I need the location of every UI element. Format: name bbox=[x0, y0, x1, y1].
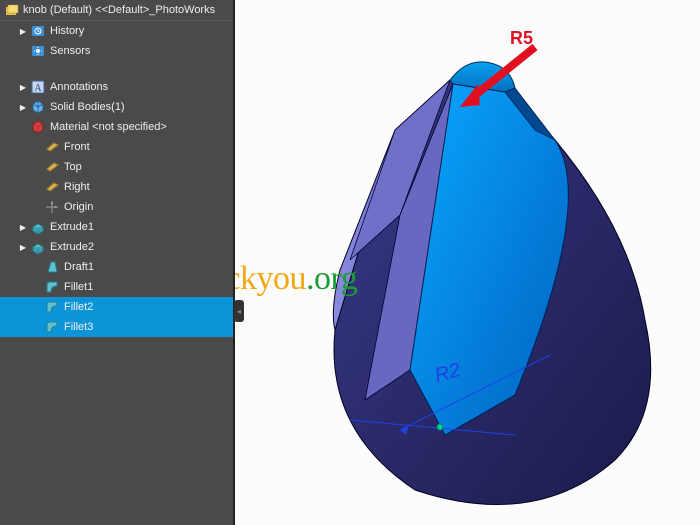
tree-item-extrude1[interactable]: ▶ Extrude1 bbox=[0, 217, 233, 237]
tree-item-label: Sensors bbox=[50, 45, 90, 57]
tree-item-fillet1[interactable]: ▶Fillet1 bbox=[0, 277, 233, 297]
expand-toggle-icon[interactable]: ▶ bbox=[18, 27, 28, 36]
expand-toggle-icon[interactable]: ▶ bbox=[18, 103, 28, 112]
feature-tree: ▶History▶Sensors▶AAnnotations▶Solid Bodi… bbox=[0, 21, 233, 337]
history-icon bbox=[30, 23, 46, 39]
tree-item-label: Solid Bodies(1) bbox=[50, 101, 125, 113]
plane-icon bbox=[44, 139, 60, 155]
dimension-label-r5: R5 bbox=[510, 28, 533, 49]
sensor-icon bbox=[30, 43, 46, 59]
tree-item-blank bbox=[0, 61, 233, 77]
tree-item-right[interactable]: ▶Right bbox=[0, 177, 233, 197]
watermark: luckyou.org bbox=[235, 260, 357, 298]
feature-tree-sidebar: knob (Default) <<Default>_PhotoWorks ▶ Hi… bbox=[0, 0, 235, 525]
tree-item-front[interactable]: ▶Front bbox=[0, 137, 233, 157]
tree-item-extrude2[interactable]: ▶ Extrude2 bbox=[0, 237, 233, 257]
tree-item-sensors[interactable]: ▶Sensors bbox=[0, 41, 233, 61]
tree-item-label: Front bbox=[64, 141, 90, 153]
annot-icon: A bbox=[30, 79, 46, 95]
tree-item-fillet3[interactable]: ▶Fillet3 bbox=[0, 317, 233, 337]
tree-item-label: Top bbox=[64, 161, 82, 173]
tree-item-label: Fillet1 bbox=[64, 281, 93, 293]
origin-icon bbox=[44, 199, 60, 215]
tree-item-label: Origin bbox=[64, 201, 93, 213]
mat-icon bbox=[30, 119, 46, 135]
tree-item-draft1[interactable]: ▶Draft1 bbox=[0, 257, 233, 277]
tree-item-top[interactable]: ▶Top bbox=[0, 157, 233, 177]
model-viewport[interactable]: R5 R2 luckyou.org bbox=[235, 0, 700, 525]
expand-toggle-icon[interactable]: ▶ bbox=[18, 243, 28, 252]
fillet-icon bbox=[44, 299, 60, 315]
tree-item-label: Fillet3 bbox=[64, 321, 93, 333]
tree-item-label: Fillet2 bbox=[64, 301, 93, 313]
fillet-icon bbox=[44, 279, 60, 295]
tree-item-label: Annotations bbox=[50, 81, 108, 93]
expand-toggle-icon[interactable]: ▶ bbox=[18, 83, 28, 92]
extrude-icon bbox=[30, 219, 46, 235]
sidebar-header[interactable]: knob (Default) <<Default>_PhotoWorks bbox=[0, 0, 233, 21]
tree-item-label: Material <not specified> bbox=[50, 121, 167, 133]
tree-item-label: Extrude1 bbox=[50, 221, 94, 233]
tree-item-label: Right bbox=[64, 181, 90, 193]
extrude-icon bbox=[30, 239, 46, 255]
tree-item-history[interactable]: ▶ History bbox=[0, 21, 233, 41]
expand-toggle-icon[interactable]: ▶ bbox=[18, 223, 28, 232]
tree-item-solid-bodies-1-[interactable]: ▶ Solid Bodies(1) bbox=[0, 97, 233, 117]
tree-item-label: History bbox=[50, 25, 84, 37]
solid-icon bbox=[30, 99, 46, 115]
part-icon bbox=[5, 3, 19, 17]
tree-item-annotations[interactable]: ▶ A Annotations bbox=[0, 77, 233, 97]
draft-icon bbox=[44, 259, 60, 275]
tree-item-label: Extrude2 bbox=[50, 241, 94, 253]
tree-item-fillet2[interactable]: ▶Fillet2 bbox=[0, 297, 233, 317]
tree-item-label: Draft1 bbox=[64, 261, 94, 273]
svg-text:A: A bbox=[34, 83, 42, 94]
panel-resize-handle[interactable]: ◂ bbox=[234, 300, 244, 322]
part-title: knob (Default) <<Default>_PhotoWorks bbox=[23, 4, 215, 16]
plane-icon bbox=[44, 159, 60, 175]
tree-item-origin[interactable]: ▶Origin bbox=[0, 197, 233, 217]
plane-icon bbox=[44, 179, 60, 195]
tree-item-material-not-specified-[interactable]: ▶Material <not specified> bbox=[0, 117, 233, 137]
fillet-icon bbox=[44, 319, 60, 335]
